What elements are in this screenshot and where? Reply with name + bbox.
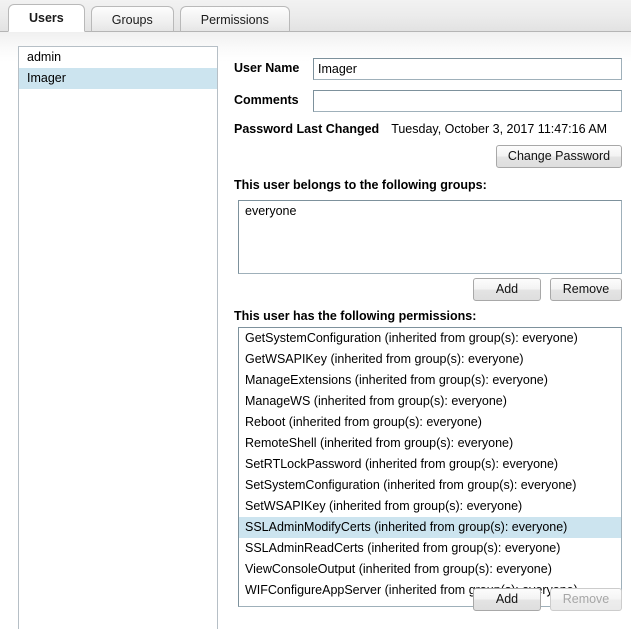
list-item[interactable]: GetWSAPIKey (inherited from group(s): ev… <box>239 349 621 370</box>
change-password-button[interactable]: Change Password <box>496 145 622 168</box>
tab-groups[interactable]: Groups <box>91 6 174 32</box>
list-item[interactable]: ManageWS (inherited from group(s): every… <box>239 391 621 412</box>
list-item[interactable]: Reboot (inherited from group(s): everyon… <box>239 412 621 433</box>
tab-strip: Users Groups Permissions <box>0 0 631 32</box>
user-details-pane: User Name Comments Password Last Changed… <box>234 32 631 629</box>
list-item[interactable]: ManageExtensions (inherited from group(s… <box>239 370 621 391</box>
user-list[interactable]: admin Imager <box>18 46 218 629</box>
list-item[interactable]: Imager <box>19 68 217 89</box>
user-name-input[interactable] <box>313 58 622 80</box>
list-item[interactable]: SSLAdminModifyCerts (inherited from grou… <box>239 517 621 538</box>
password-last-changed-label: Password Last Changed <box>234 122 379 136</box>
groups-remove-button[interactable]: Remove <box>550 278 622 301</box>
tab-list: Users Groups Permissions <box>8 4 296 32</box>
list-item[interactable]: SSLAdminReadCerts (inherited from group(… <box>239 538 621 559</box>
list-item[interactable]: SetRTLockPassword (inherited from group(… <box>239 454 621 475</box>
content-area: admin Imager User Name Comments Password… <box>0 32 631 629</box>
groups-section-title: This user belongs to the following group… <box>234 178 487 192</box>
groups-add-button[interactable]: Add <box>473 278 541 301</box>
list-item[interactable]: ViewConsoleOutput (inherited from group(… <box>239 559 621 580</box>
list-item[interactable]: GetSystemConfiguration (inherited from g… <box>239 328 621 349</box>
password-last-changed-value: Tuesday, October 3, 2017 11:47:16 AM <box>391 122 607 136</box>
list-item[interactable]: SetSystemConfiguration (inherited from g… <box>239 475 621 496</box>
list-item[interactable]: everyone <box>239 201 621 222</box>
password-last-changed-row: Password Last Changed Tuesday, October 3,… <box>234 122 607 136</box>
tab-permissions[interactable]: Permissions <box>180 6 290 32</box>
permissions-list[interactable]: GetSystemConfiguration (inherited from g… <box>238 327 622 607</box>
permissions-section-title: This user has the following permissions: <box>234 309 476 323</box>
groups-list[interactable]: everyone <box>238 200 622 274</box>
user-name-label: User Name <box>234 61 299 75</box>
tab-users[interactable]: Users <box>8 4 85 32</box>
permissions-add-button[interactable]: Add <box>473 588 541 611</box>
list-item[interactable]: SetWSAPIKey (inherited from group(s): ev… <box>239 496 621 517</box>
list-item[interactable]: admin <box>19 47 217 68</box>
comments-label: Comments <box>234 93 299 107</box>
permissions-remove-button: Remove <box>550 588 622 611</box>
list-item[interactable]: RemoteShell (inherited from group(s): ev… <box>239 433 621 454</box>
comments-input[interactable] <box>313 90 622 112</box>
